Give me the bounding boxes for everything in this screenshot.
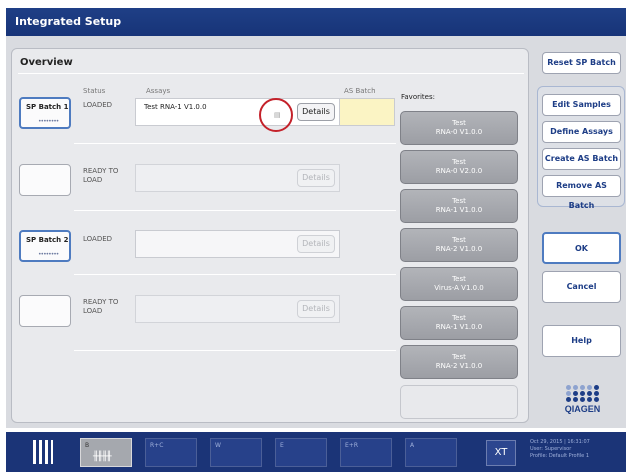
drawer-slot-b[interactable]: B ╫╫╫╫ (80, 438, 132, 467)
logo-dots (560, 385, 605, 402)
favorite-assay-button[interactable]: Test RNA-2 V1.0.0 (400, 228, 518, 262)
row-1-assay-box[interactable]: Test RNA-1 V1.0.0 Details (135, 98, 340, 126)
reset-sp-batch-button[interactable]: Reset SP Batch (542, 52, 621, 74)
profile-text: Profile: Default Profile 1 (530, 453, 589, 459)
drawer-slot-e[interactable]: E (275, 438, 327, 467)
row-2-details-button[interactable]: Details (297, 169, 335, 187)
slot-label: B (85, 442, 90, 449)
sp-batch-label: SP Batch 1 (26, 103, 69, 111)
fav-line2: RNA-1 V1.0.0 (435, 206, 483, 214)
row-divider (74, 143, 396, 144)
logo-text: QIAGEN (564, 404, 601, 414)
sp-batch-1-button[interactable]: SP Batch 1 •••••••• (19, 97, 71, 129)
highlight-circle (259, 98, 293, 132)
favorites-label: Favorites: (401, 93, 435, 101)
row-4-assay-box: Details (135, 295, 340, 323)
favorite-assay-button[interactable]: Test Virus-A V1.0.0 (400, 267, 518, 301)
fav-line2: RNA-0 V1.0.0 (435, 128, 483, 136)
favorite-assay-button[interactable]: Test RNA-1 V1.0.0 (400, 306, 518, 340)
row-2-status: READY TO LOAD (83, 167, 119, 184)
row-divider (74, 350, 396, 351)
user-text: User: Supervisor (530, 446, 572, 452)
header-status: Status (83, 87, 106, 95)
row-1-status: LOADED (83, 101, 113, 109)
row-3-details-button[interactable]: Details (297, 235, 335, 253)
overview-title: Overview (20, 57, 73, 68)
edit-samples-button[interactable]: Edit Samples (542, 94, 621, 116)
sp-batch-2-button[interactable]: SP Batch 2 •••••••• (19, 230, 71, 262)
fav-line2: RNA-2 V1.0.0 (435, 362, 483, 370)
fav-line1: Test (452, 197, 466, 205)
create-as-batch-button[interactable]: Create AS Batch (542, 148, 621, 170)
row-4-details-button[interactable]: Details (297, 300, 335, 318)
fav-line1: Test (452, 353, 466, 361)
qiagen-logo: QIAGEN (560, 385, 605, 414)
fav-line2: RNA-2 V1.0.0 (435, 245, 483, 253)
favorite-assay-button[interactable]: Test RNA-1 V1.0.0 (400, 189, 518, 223)
ok-button[interactable]: OK (542, 232, 621, 264)
slot-label: E+R (345, 442, 358, 449)
fav-line1: Test (452, 275, 466, 283)
drawer-slot-a[interactable]: A (405, 438, 457, 467)
row-2-assay-box: Details (135, 164, 340, 192)
favorite-assay-button[interactable]: Test RNA-2 V1.0.0 (400, 345, 518, 379)
overview-divider (18, 73, 524, 74)
slot-label: A (410, 442, 415, 449)
row-divider (74, 210, 396, 211)
favorite-assay-button[interactable]: Test RNA-0 V1.0.0 (400, 111, 518, 145)
row-4-status: READY TO LOAD (83, 298, 119, 315)
row-3-status: LOADED (83, 235, 113, 243)
row-divider (74, 274, 396, 275)
fav-line1: Test (452, 158, 466, 166)
app-window: Integrated Setup Overview Status Assays … (0, 0, 630, 476)
drawer-slot-e-r[interactable]: E+R (340, 438, 392, 467)
slot-label: W (215, 442, 221, 449)
window-title: Integrated Setup (6, 8, 626, 36)
fav-line1: Test (452, 119, 466, 127)
define-assays-button[interactable]: Define Assays (542, 121, 621, 143)
rack-icon[interactable] (32, 438, 54, 466)
row-1-assay-name: Test RNA-1 V1.0.0 (144, 103, 207, 111)
datetime-text: Oct 29, 2015 | 16:31:07 (530, 439, 590, 445)
slot-label: E (280, 442, 284, 449)
fav-line1: Test (452, 236, 466, 244)
row-1-as-batch-cell[interactable] (339, 98, 395, 126)
row-3-assay-box[interactable]: Details (135, 230, 340, 258)
header-assays: Assays (146, 87, 171, 95)
sp-batch-label: SP Batch 2 (26, 236, 69, 244)
fav-line2: RNA-0 V2.0.0 (435, 167, 483, 175)
drawer-slot-r-c[interactable]: R+C (145, 438, 197, 467)
fav-line2: Virus-A V1.0.0 (434, 284, 484, 292)
sp-batch-empty-button[interactable] (19, 164, 71, 196)
favorite-assay-button[interactable]: Test RNA-0 V2.0.0 (400, 150, 518, 184)
fav-line1: Test (452, 314, 466, 322)
sp-batch-barcode: •••••••• (38, 251, 59, 258)
fav-line2: RNA-1 V1.0.0 (435, 323, 483, 331)
remove-as-batch-button[interactable]: Remove AS Batch (542, 175, 621, 210)
xt-button[interactable]: XT (486, 440, 516, 466)
status-info: Oct 29, 2015 | 16:31:07 User: Supervisor… (530, 439, 590, 460)
drawer-slot-w[interactable]: W (210, 438, 262, 467)
tube-rack-icon: ╫╫╫╫ (93, 452, 112, 462)
cancel-button[interactable]: Cancel (542, 271, 621, 303)
favorite-empty-slot[interactable] (400, 385, 518, 419)
sp-batch-barcode: •••••••• (38, 118, 59, 125)
header-as-batch: AS Batch (344, 87, 376, 95)
sp-batch-empty-button[interactable] (19, 295, 71, 327)
row-1-details-button[interactable]: Details (297, 103, 335, 121)
slot-label: R+C (150, 442, 164, 449)
help-button[interactable]: Help (542, 325, 621, 357)
